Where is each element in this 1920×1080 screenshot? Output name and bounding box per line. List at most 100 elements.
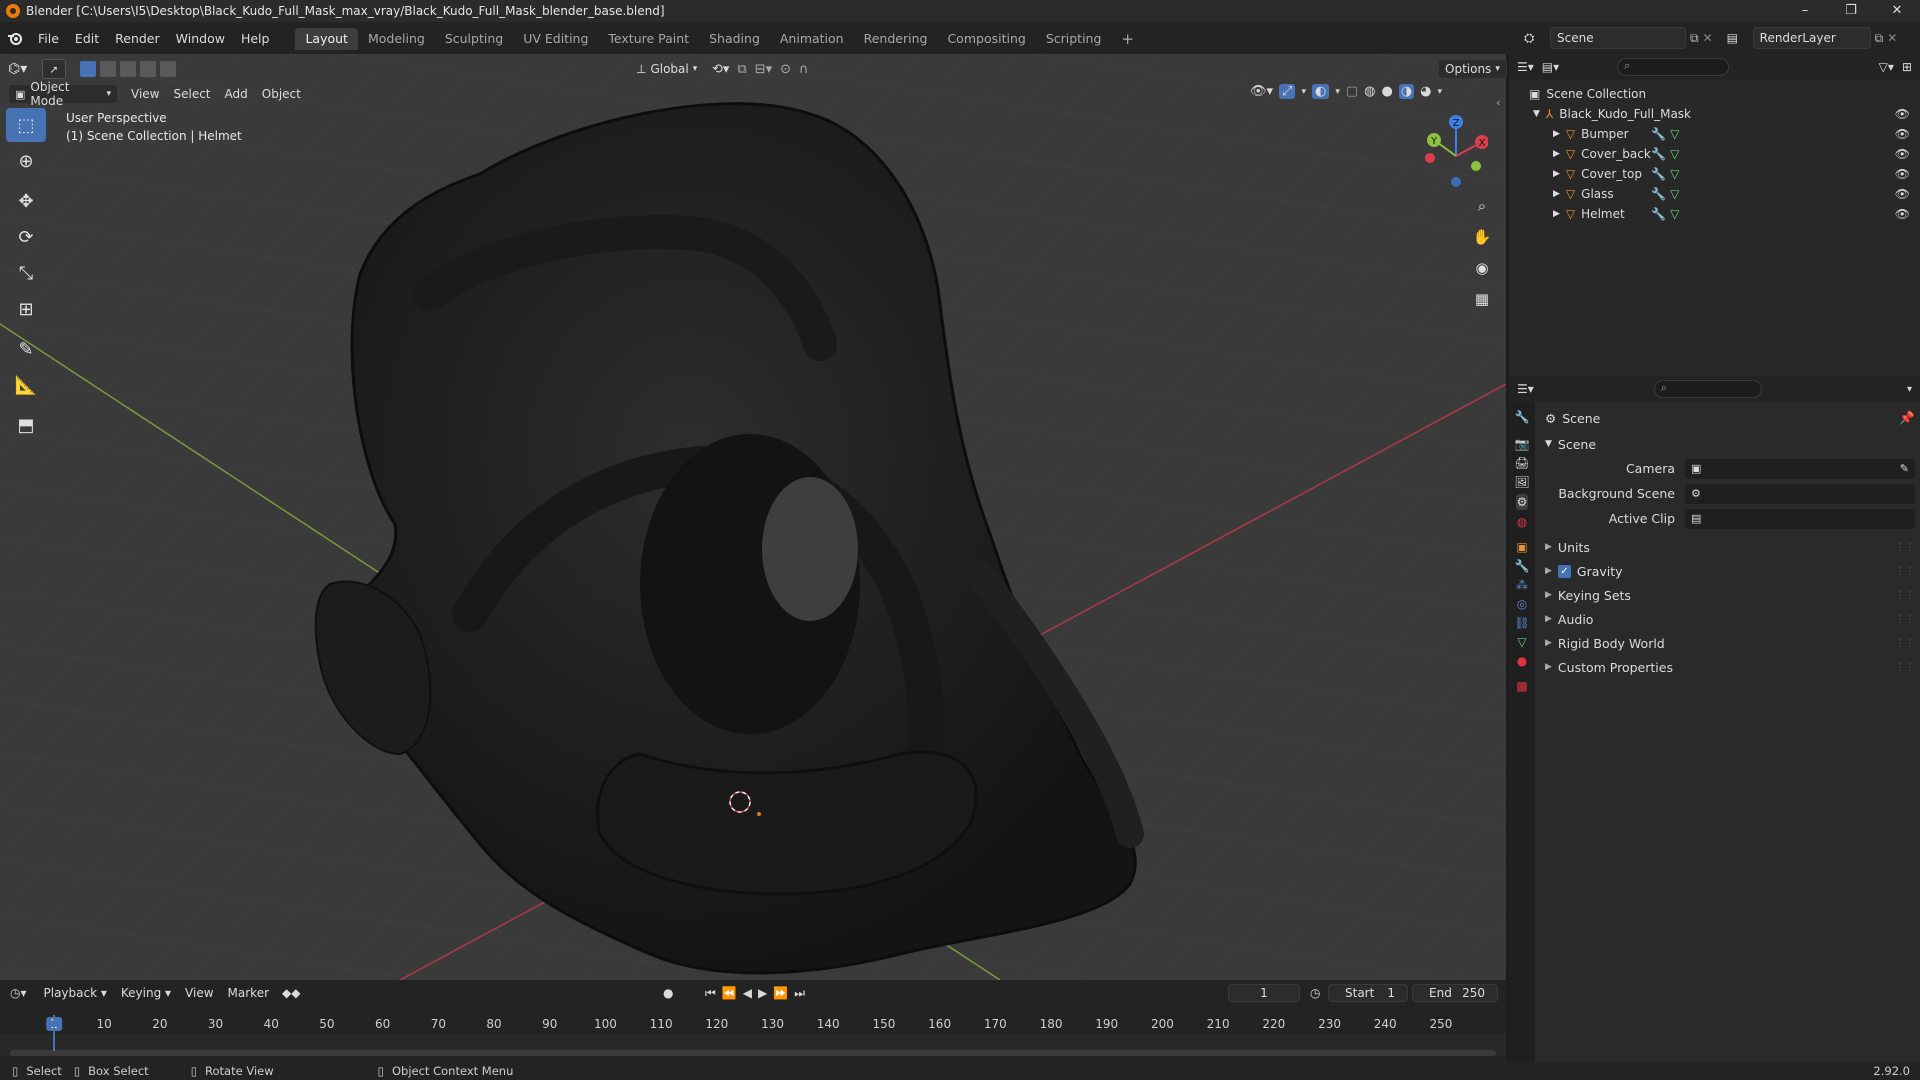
proportional-edit-icon[interactable]: ⊙ xyxy=(780,62,791,77)
playhead[interactable] xyxy=(53,1015,55,1051)
section-expand-icon[interactable]: ▶ xyxy=(1545,590,1552,600)
view-layer-icon[interactable]: ▤ xyxy=(1727,31,1749,45)
shading-wireframe-icon[interactable]: ◍ xyxy=(1364,84,1375,99)
world-props-icon[interactable]: ◍ xyxy=(1517,515,1527,529)
props-section-header[interactable]: ▶ Rigid Body World ⋮⋮ xyxy=(1545,631,1915,655)
next-keyframe-icon[interactable]: ⏩ xyxy=(773,986,788,1001)
start-frame-field[interactable]: Start 1 xyxy=(1328,984,1408,1002)
drag-handle-icon[interactable]: ⋮⋮ xyxy=(1895,662,1915,673)
props-section-header[interactable]: ▶ Audio ⋮⋮ xyxy=(1545,607,1915,631)
props-search-input[interactable]: ⌕ xyxy=(1653,380,1762,398)
new-scene-icon[interactable]: ⧉ xyxy=(1690,31,1699,46)
box-select-new-icon[interactable] xyxy=(80,61,96,77)
drag-handle-icon[interactable]: ⋮⋮ xyxy=(1895,638,1915,649)
tab-shading[interactable]: Shading xyxy=(699,28,770,50)
pivot-point-icon[interactable]: ⟲▾ xyxy=(712,62,729,77)
transform-orientation-dropdown[interactable]: ⊥ Global ▾ xyxy=(630,59,704,79)
material-props-icon[interactable]: ● xyxy=(1517,654,1527,668)
physics-props-icon[interactable]: ◎ xyxy=(1517,597,1527,611)
view-layer-props-icon[interactable]: 🖼 xyxy=(1514,475,1529,489)
shading-options-icon[interactable]: ▾ xyxy=(1438,87,1443,97)
visibility-eye-icon[interactable]: 👁 xyxy=(1895,127,1910,141)
visibility-icon[interactable]: 👁▾ xyxy=(1250,84,1273,99)
tab-texture-paint[interactable]: Texture Paint xyxy=(598,28,699,50)
pan-hand-icon[interactable]: ✋ xyxy=(1468,223,1496,251)
expand-arrow-icon[interactable]: ▶ xyxy=(1553,149,1560,159)
box-select-intersect-icon[interactable] xyxy=(160,61,176,77)
tab-rendering[interactable]: Rendering xyxy=(854,28,938,50)
timeline-menu-keying[interactable]: Keying ▾ xyxy=(114,983,178,1003)
props-section-header[interactable]: ▶ Keying Sets ⋮⋮ xyxy=(1545,583,1915,607)
auto-keying-icon[interactable]: ● xyxy=(663,986,673,1000)
scene-selector[interactable]: Scene xyxy=(1550,27,1686,49)
expand-arrow-icon[interactable]: ▼ xyxy=(1533,109,1540,119)
options-dropdown[interactable]: Options ▾ xyxy=(1438,59,1507,79)
mode-dropdown[interactable]: ▣ Object Mode ▾ xyxy=(8,80,118,108)
eyedropper-icon[interactable]: ✎ xyxy=(1900,462,1909,475)
maximize-button[interactable]: ❐ xyxy=(1828,0,1874,22)
field-input[interactable]: ⚙ xyxy=(1685,483,1915,504)
menu-help[interactable]: Help xyxy=(233,31,278,46)
pin-icon[interactable]: 📌 xyxy=(1899,410,1915,426)
new-layer-icon[interactable]: ⧉ xyxy=(1875,31,1884,46)
jump-end-icon[interactable]: ⏭ xyxy=(794,986,805,1001)
add-cube-tool-icon[interactable]: ⬒ xyxy=(6,408,46,442)
new-collection-icon[interactable]: ⊞ xyxy=(1902,60,1912,74)
outliner-row-object[interactable]: ▶ ▽ Bumper 🔧 ▽ 👁 xyxy=(1509,124,1920,144)
timeline-scrollbar[interactable] xyxy=(10,1050,1496,1056)
overlay-toggle-icon[interactable]: ◐ xyxy=(1311,84,1330,99)
tab-sculpting[interactable]: Sculpting xyxy=(435,28,513,50)
tab-scripting[interactable]: Scripting xyxy=(1036,28,1112,50)
expand-arrow-icon[interactable]: ▶ xyxy=(1553,169,1560,179)
visibility-eye-icon[interactable]: 👁 xyxy=(1895,147,1910,161)
timeline-menu-marker[interactable]: Marker xyxy=(221,983,276,1003)
modifier-props-icon[interactable]: 🔧 xyxy=(1515,559,1530,573)
field-input[interactable]: ▣ ✎ xyxy=(1685,458,1915,479)
delete-scene-icon[interactable]: ✕ xyxy=(1703,31,1713,45)
mesh-data-icon[interactable]: ▽ xyxy=(1670,147,1679,161)
keyframe-icons[interactable]: ◆◆ xyxy=(282,986,300,1000)
outliner-search-input[interactable]: ⌕ xyxy=(1617,58,1730,76)
snap-target-icon[interactable]: ⊟▾ xyxy=(755,62,772,77)
data-props-icon[interactable]: ▽ xyxy=(1517,635,1526,649)
editor-type-icon[interactable]: ⌬▾ xyxy=(8,61,38,77)
play-icon[interactable]: ▶ xyxy=(758,986,767,1001)
shading-solid-icon[interactable]: ● xyxy=(1381,84,1392,99)
timeline-editor-type-icon[interactable]: ◷▾ xyxy=(10,986,27,1000)
visibility-eye-icon[interactable]: 👁 xyxy=(1895,107,1910,121)
modifier-icon[interactable]: 🔧 xyxy=(1651,127,1666,141)
tab-layout[interactable]: Layout xyxy=(295,28,358,50)
shading-rendered-icon[interactable]: ◕ xyxy=(1420,84,1431,99)
prev-keyframe-icon[interactable]: ⏪ xyxy=(722,986,737,1001)
minimize-button[interactable]: – xyxy=(1782,0,1828,22)
box-select-subtract-icon[interactable] xyxy=(120,61,136,77)
zoom-icon[interactable]: ⌕ xyxy=(1468,192,1496,220)
menu-window[interactable]: Window xyxy=(168,31,233,46)
outliner-row-parent[interactable]: ▼ ⅄ Black_Kudo_Full_Mask 👁 xyxy=(1509,104,1920,124)
menu-render[interactable]: Render xyxy=(107,31,168,46)
menu-view[interactable]: View xyxy=(124,84,166,104)
props-editor-type-icon[interactable]: ☰▾ xyxy=(1517,382,1534,396)
tab-animation[interactable]: Animation xyxy=(770,28,854,50)
scene-props-icon[interactable]: ⚙ xyxy=(1515,494,1529,510)
mesh-data-icon[interactable]: ▽ xyxy=(1670,167,1679,181)
drag-handle-icon[interactable]: ⋮⋮ xyxy=(1895,542,1915,553)
props-section-header[interactable]: ▶ Units ⋮⋮ xyxy=(1545,535,1915,559)
modifier-icon[interactable]: 🔧 xyxy=(1651,207,1666,221)
scene-panel-header[interactable]: ▼ Scene xyxy=(1545,432,1915,456)
modifier-icon[interactable]: 🔧 xyxy=(1651,167,1666,181)
move-tool-icon[interactable]: ✥ xyxy=(6,184,46,218)
scale-tool-icon[interactable]: ⤡ xyxy=(6,256,46,290)
mesh-data-icon[interactable]: ▽ xyxy=(1670,187,1679,201)
outliner-row-object[interactable]: ▶ ▽ Cover_back 🔧 ▽ 👁 xyxy=(1509,144,1920,164)
section-expand-icon[interactable]: ▶ xyxy=(1545,662,1552,672)
current-frame-field[interactable]: 1 xyxy=(1228,984,1300,1002)
visibility-eye-icon[interactable]: 👁 xyxy=(1895,207,1910,221)
jump-start-icon[interactable]: ⏮ xyxy=(705,986,716,1001)
display-mode-icon[interactable]: ▤▾ xyxy=(1542,60,1559,74)
timeline-menu-view[interactable]: View xyxy=(178,983,220,1003)
measure-tool-icon[interactable]: 📐 xyxy=(6,368,46,402)
modifier-icon[interactable]: 🔧 xyxy=(1651,187,1666,201)
menu-add[interactable]: Add xyxy=(218,84,255,104)
menu-file[interactable]: File xyxy=(30,31,67,46)
